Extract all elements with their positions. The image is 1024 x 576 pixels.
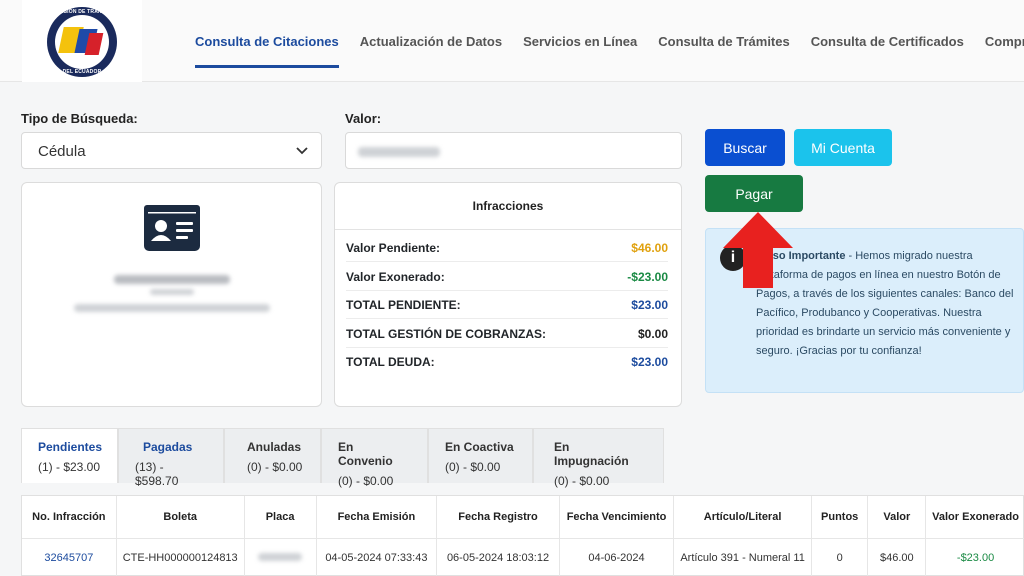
cell-valor: $46.00 <box>867 538 927 576</box>
cell-valor-exonerado: -$23.00 <box>956 552 995 565</box>
search-value-label: Valor: <box>345 111 382 126</box>
id-card-icon <box>144 205 200 251</box>
search-value-input[interactable] <box>345 132 682 169</box>
cell-articulo: Artículo 391 - Numeral 11 <box>673 538 812 576</box>
col-fecha-registro[interactable]: Fecha Registro <box>436 496 560 539</box>
col-puntos[interactable]: Puntos <box>811 496 869 539</box>
logo-container[interactable]: COMISIÓN DE TRÁNSITO DEL ECUADOR <box>22 0 142 82</box>
cell-fecha-emision: 04-05-2024 07:33:43 <box>316 538 438 576</box>
col-boleta[interactable]: Boleta <box>116 496 245 539</box>
tab-pendientes[interactable]: Pendientes (1) - $23.00 <box>21 428 118 483</box>
tab-label: Pagadas <box>143 440 193 454</box>
col-placa[interactable]: Placa <box>244 496 317 539</box>
red-arrow-up-icon <box>723 212 793 288</box>
tab-label: En Convenio <box>338 440 393 468</box>
status-tabs: Pendientes (1) - $23.00 Pagadas (13) - $… <box>21 428 664 488</box>
row-value: $23.00 <box>631 355 668 369</box>
row-value: $23.00 <box>631 297 668 312</box>
logo-bottom-text: DEL ECUADOR <box>62 69 102 75</box>
tab-en-coactiva[interactable]: En Coactiva (0) - $0.00 <box>428 428 533 483</box>
notice-text: Aviso Importante - Hemos migrado nuestra… <box>756 247 1024 361</box>
nav-consulta-certificados[interactable]: Consulta de Certificados <box>811 0 964 82</box>
col-valor[interactable]: Valor <box>867 496 927 539</box>
tab-count: (1) - $23.00 <box>38 460 101 474</box>
tab-count: (0) - $0.00 <box>247 460 303 474</box>
citaciones-table-container[interactable]: No. Infracción Boleta Placa Fecha Emisió… <box>21 495 1024 576</box>
tab-label: Pendientes <box>38 440 103 454</box>
row-value: -$23.00 <box>627 269 668 284</box>
row-label: TOTAL PENDIENTE: <box>346 297 461 312</box>
nav-consulta-tramites[interactable]: Consulta de Trámites <box>658 0 789 82</box>
pagar-button[interactable]: Pagar <box>705 175 803 212</box>
tab-count: (0) - $0.00 <box>554 474 610 488</box>
user-card <box>21 182 322 407</box>
row-value: $46.00 <box>631 240 668 255</box>
redacted-id <box>150 289 194 295</box>
row-label: Valor Exonerado: <box>346 269 445 284</box>
redacted-name <box>114 275 230 284</box>
cell-boleta: CTE-HH000000124813 <box>116 538 245 576</box>
table-header-row: No. Infracción Boleta Placa Fecha Emisió… <box>22 496 1024 539</box>
nav-actualizacion-datos[interactable]: Actualización de Datos <box>360 0 502 82</box>
mi-cuenta-button[interactable]: Mi Cuenta <box>794 129 892 166</box>
search-type-value: Cédula <box>38 143 86 160</box>
top-header: COMISIÓN DE TRÁNSITO DEL ECUADOR Consult… <box>0 0 1024 82</box>
cell-no-infraccion[interactable]: 32645707 <box>22 538 117 576</box>
cell-placa <box>244 538 317 576</box>
search-type-label: Tipo de Búsqueda: <box>21 111 138 126</box>
total-deuda-row: TOTAL DEUDA: $23.00 <box>346 348 668 376</box>
valor-pendiente-row: Valor Pendiente: $46.00 <box>346 234 668 262</box>
cell-fecha-vencimiento: 04-06-2024 <box>559 538 675 576</box>
redacted-placa <box>258 553 303 562</box>
redacted-value <box>358 147 440 157</box>
row-label: Valor Pendiente: <box>346 240 441 255</box>
nav-comprobantes[interactable]: Comproba <box>985 0 1024 82</box>
main-nav: Consulta de Citaciones Actualización de … <box>195 0 1024 82</box>
tab-count: (0) - $0.00 <box>338 474 394 488</box>
valor-exonerado-row: Valor Exonerado: -$23.00 <box>346 263 668 291</box>
chevron-down-icon <box>296 147 308 155</box>
col-valor-exonerado[interactable]: Valor Exonerado <box>925 496 1024 539</box>
tab-en-impugnacion[interactable]: En Impugnación (0) - $0.00 <box>533 428 664 488</box>
tab-pagadas[interactable]: Pagadas (13) - $598.70 <box>118 428 224 488</box>
nav-servicios-linea[interactable]: Servicios en Línea <box>523 0 637 82</box>
cell-fecha-registro: 06-05-2024 18:03:12 <box>436 538 560 576</box>
logo-emblem <box>55 15 109 69</box>
tab-en-convenio[interactable]: En Convenio (0) - $0.00 <box>321 428 428 488</box>
col-articulo[interactable]: Artículo/Literal <box>673 496 812 539</box>
total-pendiente-row: TOTAL PENDIENTE: $23.00 <box>346 291 668 319</box>
cell-puntos: 0 <box>811 538 869 576</box>
row-label: TOTAL GESTIÓN DE COBRANZAS: <box>346 326 547 341</box>
tab-count: (0) - $0.00 <box>445 460 501 474</box>
col-fecha-vencimiento[interactable]: Fecha Vencimiento <box>559 496 675 539</box>
buscar-button[interactable]: Buscar <box>705 129 785 166</box>
redacted-email <box>74 304 270 312</box>
search-type-select[interactable]: Cédula <box>21 132 322 169</box>
tab-label: Anuladas <box>247 440 302 454</box>
total-cobranzas-row: TOTAL GESTIÓN DE COBRANZAS: $0.00 <box>346 320 668 348</box>
col-no-infraccion[interactable]: No. Infracción <box>22 496 117 539</box>
table-row[interactable]: 32645707 CTE-HH000000124813 04-05-2024 0… <box>22 538 1024 576</box>
infracciones-title: Infracciones <box>335 183 681 230</box>
tab-label: En Impugnación <box>554 440 629 468</box>
row-value: $0.00 <box>637 326 668 341</box>
cte-logo[interactable]: COMISIÓN DE TRÁNSITO DEL ECUADOR <box>47 7 117 77</box>
col-fecha-emision[interactable]: Fecha Emisión <box>316 496 438 539</box>
nav-consulta-citaciones[interactable]: Consulta de Citaciones <box>195 0 339 82</box>
notice-body: - Hemos migrado nuestra plataforma de pa… <box>756 250 1014 357</box>
tab-label: En Coactiva <box>445 440 514 454</box>
tab-anuladas[interactable]: Anuladas (0) - $0.00 <box>224 428 321 483</box>
row-label: TOTAL DEUDA: <box>346 355 435 369</box>
tab-count: (13) - $598.70 <box>135 460 179 488</box>
infracciones-card: Infracciones Valor Pendiente: $46.00 Val… <box>334 182 682 407</box>
citaciones-table: No. Infracción Boleta Placa Fecha Emisió… <box>22 496 1024 576</box>
